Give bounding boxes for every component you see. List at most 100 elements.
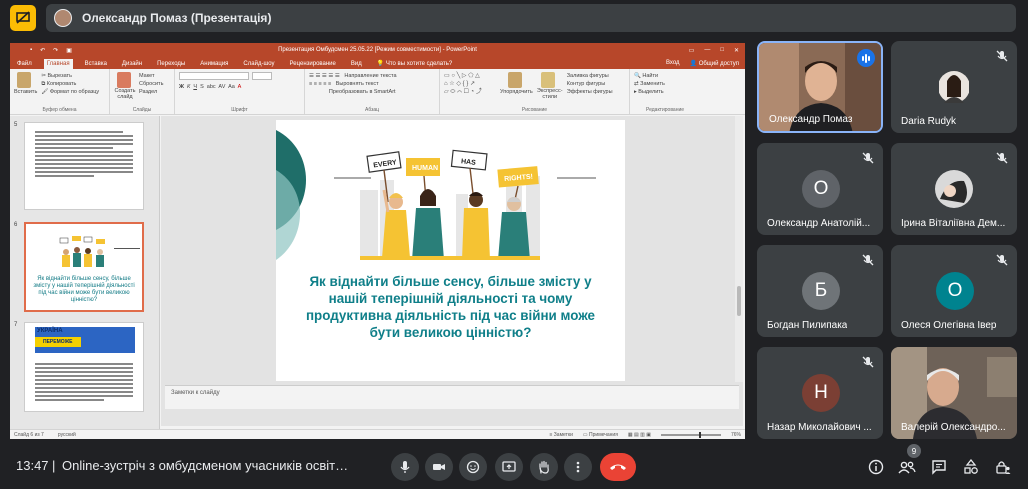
mic-off-icon xyxy=(862,356,874,368)
tell-me-box: 💡 Что вы хотите сделать? xyxy=(376,61,453,67)
ppt-title-bar: ▪ ↶ ↷ ▣ Презентация Омбудсмен 25.05.22 [… xyxy=(10,43,745,57)
select-button: ▸ Выделить xyxy=(634,89,664,95)
meeting-title: Online-зустріч з омбудсменом учасників о… xyxy=(62,458,352,473)
comments-toggle: ▭ Примечания xyxy=(582,431,618,438)
slide-illustration: EVERY HUMAN HAS RIGHTS! xyxy=(276,130,596,260)
participant-tile-1[interactable]: Daria Rudyk xyxy=(891,41,1017,133)
thumbnail-6-title: Як віднайти більше сенсу, більше змісту … xyxy=(33,276,135,303)
participant-name: Валерій Олександро... xyxy=(901,422,1006,433)
hang-up-icon xyxy=(610,464,626,470)
participant-tile-0[interactable]: Олександр Помаз xyxy=(757,41,883,133)
editor-scrollbar xyxy=(735,116,743,382)
arrange-icon xyxy=(507,72,522,88)
top-bar: Олександр Помаз (Презентація) xyxy=(0,0,1028,36)
copy-button: ⧉ Копировать xyxy=(41,81,77,87)
participant-name: Назар Миколайович ... xyxy=(767,422,872,433)
shapes-gallery: ▭ ○ ╲ ▷ ⬠ △ ⌂ ☆ ◇ { } ↗ ▱ ⬭ ⌒ ☐ ◔ ⤴ xyxy=(444,73,482,95)
tab-design: Дизайн xyxy=(121,61,143,67)
people-button[interactable] xyxy=(897,457,917,477)
participant-avatar: Б xyxy=(802,272,840,310)
participant-tile-7[interactable]: Валерій Олександро... xyxy=(891,347,1017,439)
sign-in-link: Вход xyxy=(665,60,680,66)
presentation-icon[interactable] xyxy=(10,5,36,31)
info-icon xyxy=(868,459,884,475)
lock-person-icon xyxy=(996,461,1011,474)
participant-name: Олександр Помаз xyxy=(769,114,853,125)
slides-group: Создать слайд Макет Сбросить Раздел Слай… xyxy=(110,69,175,114)
participant-tile-6[interactable]: Н Назар Миколайович ... xyxy=(757,347,883,439)
mic-icon xyxy=(400,461,410,473)
mic-off-icon xyxy=(862,254,874,266)
new-slide-icon xyxy=(116,72,131,88)
hand-icon xyxy=(539,460,549,474)
drawing-group: ▭ ○ ╲ ▷ ⬠ △ ⌂ ☆ ◇ { } ↗ ▱ ⬭ ⌒ ☐ ◔ ⤴ Упоряд… xyxy=(440,69,630,114)
clipboard-group: Вставить ✂ Вырезать ⧉ Копировать 🖌 Форма… xyxy=(10,69,110,114)
present-screen-icon xyxy=(502,461,516,472)
emoji-icon xyxy=(466,460,480,474)
tab-review: Рецензирование xyxy=(289,61,336,67)
presenter-label: Олександр Помаз (Презентація) xyxy=(82,11,272,25)
camera-button[interactable] xyxy=(425,453,453,481)
shared-presentation: ▪ ↶ ↷ ▣ Презентация Омбудсмен 25.05.22 [… xyxy=(10,43,745,439)
reactions-button[interactable] xyxy=(459,453,487,481)
participant-name: Ірина Віталіївна Дем... xyxy=(901,218,1006,229)
divider: | xyxy=(52,458,56,473)
meeting-details-button[interactable] xyxy=(866,457,886,477)
participant-name: Богдан Пилипака xyxy=(767,320,848,331)
zoom-slider xyxy=(660,431,721,438)
mic-off-icon xyxy=(996,50,1008,62)
current-slide: EVERY HUMAN HAS RIGHTS! Як віднайти біль… xyxy=(276,120,625,381)
activities-button[interactable] xyxy=(961,457,981,477)
cut-button: ✂ Вырезать xyxy=(41,73,72,79)
presenter-pill[interactable]: Олександр Помаз (Презентація) xyxy=(46,4,1016,32)
sign-human: HUMAN xyxy=(412,165,438,172)
replace-button: ⇄ Заменить xyxy=(634,81,665,87)
tab-view: Вид xyxy=(350,61,362,67)
thumbnail-slide-5 xyxy=(24,122,144,210)
participant-tile-4[interactable]: Б Богдан Пилипака xyxy=(757,245,883,337)
speaking-indicator-icon xyxy=(857,49,875,67)
host-controls-button[interactable] xyxy=(993,457,1013,477)
mic-off-icon xyxy=(862,152,874,164)
font-format-buttons: Ж К Ч S abc AV Aa A xyxy=(179,84,242,90)
raise-hand-button[interactable] xyxy=(530,453,558,481)
participant-tile-3[interactable]: Ірина Віталіївна Дем... xyxy=(891,143,1017,235)
chat-button[interactable] xyxy=(929,457,949,477)
clock: 13:47 xyxy=(16,458,49,473)
participant-avatar: Н xyxy=(802,374,840,412)
participant-photo xyxy=(939,71,969,103)
find-button: 🔍 Найти xyxy=(634,73,659,79)
format-painter-button: 🖌 Формат по образцу xyxy=(41,89,100,95)
thumbnail-slide-6: Як віднайти більше сенсу, більше змісту … xyxy=(24,222,144,312)
participants-count-badge: 9 xyxy=(907,444,921,458)
activities-icon xyxy=(964,459,978,474)
participant-tile-5[interactable]: О Олеся Олегівна Івер xyxy=(891,245,1017,337)
presenter-avatar xyxy=(54,9,72,27)
paragraph-group: ☰ ☰ ☰ ☰ ☰ Направление текста ≡ ≡ ≡ ≡ ≡ В… xyxy=(305,69,440,114)
participant-name: Daria Rudyk xyxy=(901,116,957,127)
tab-transitions: Переходы xyxy=(157,61,186,67)
thumbnail-slide-7: УКРАЇНА ПЕРЕМОЖЕ xyxy=(24,322,144,412)
present-button[interactable] xyxy=(495,453,523,481)
more-options-button[interactable] xyxy=(564,453,592,481)
meet-window: Олександр Помаз (Презентація) ▪ ↶ ↷ ▣ Пр… xyxy=(0,0,1028,489)
ppt-window-title: Презентация Омбудсмен 25.05.22 [Режим со… xyxy=(278,47,477,53)
participant-name: Олександр Анатолій... xyxy=(767,218,871,229)
chat-icon xyxy=(932,460,946,475)
language-indicator: русский xyxy=(57,431,76,438)
ppt-status-bar: Слайд 6 из 7 русский ≡ Заметки ▭ Примеча… xyxy=(10,429,745,439)
leave-call-button[interactable] xyxy=(600,453,636,481)
notes-toggle: ≡ Заметки xyxy=(549,431,573,438)
font-group: Ж К Ч S abc AV Aa A Шрифт xyxy=(175,69,305,114)
participant-avatar: О xyxy=(802,170,840,208)
participant-tile-2[interactable]: О Олександр Анатолій... xyxy=(757,143,883,235)
editing-group: 🔍 Найти ⇄ Заменить ▸ Выделить Редактиров… xyxy=(630,69,700,114)
participant-photo xyxy=(935,170,973,208)
view-buttons: ▦ ▤ ▥ ▣ xyxy=(627,431,651,438)
people-icon xyxy=(898,461,916,474)
font-size-box xyxy=(252,72,272,80)
zoom-level: 76% xyxy=(730,431,741,438)
slide-thumbnails: 5 6 Як віднайти більше сенсу, більше змі… xyxy=(10,116,160,429)
mic-button[interactable] xyxy=(391,453,419,481)
bottom-control-bar: 13:47 | Online-зустріч з омбудсменом уча… xyxy=(0,444,1028,489)
